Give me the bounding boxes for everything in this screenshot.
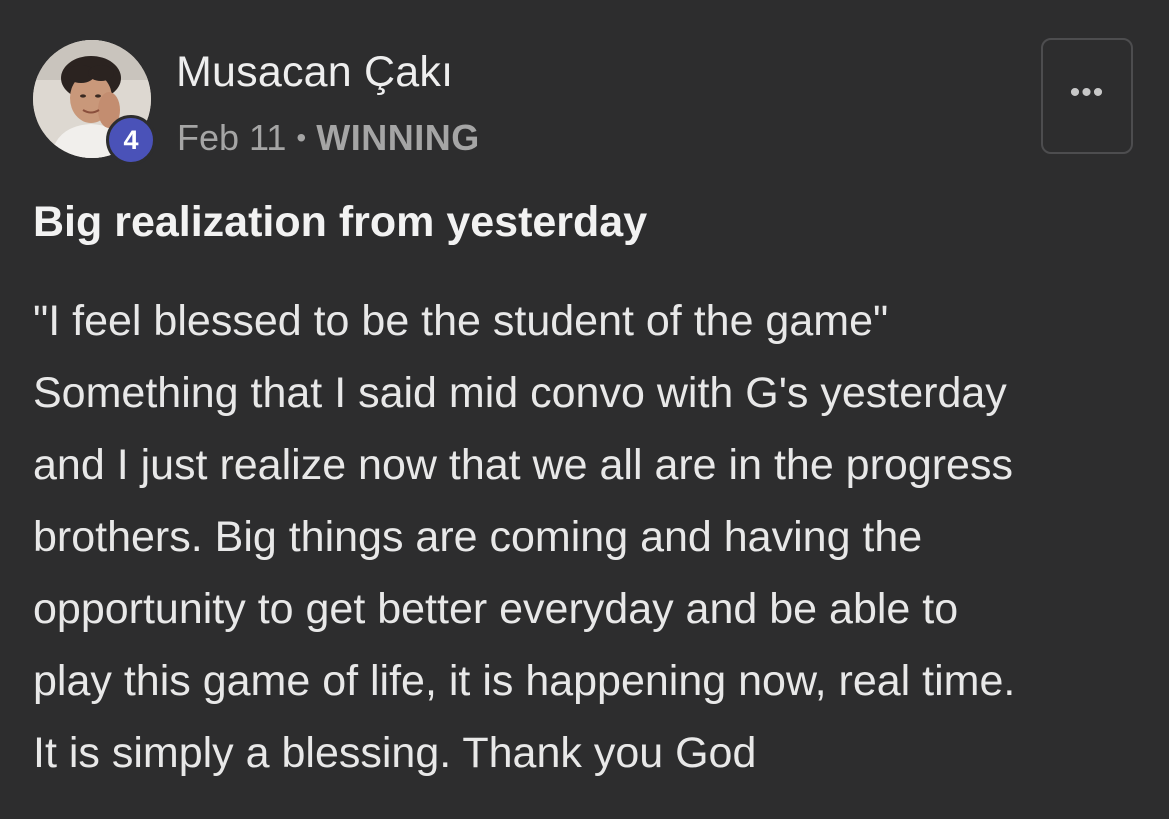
post-body-line: play this game of life, it is happening … xyxy=(33,657,1016,705)
avatar-container[interactable]: 4 xyxy=(33,40,156,165)
more-options-button[interactable]: ••• xyxy=(1041,38,1133,154)
level-badge: 4 xyxy=(106,115,156,165)
meta-separator: • xyxy=(296,122,307,153)
post-body-line: It is simply a blessing. Thank you God xyxy=(33,729,757,777)
post-category[interactable]: WINNING xyxy=(316,117,479,158)
post-date: Feb 11 xyxy=(177,117,287,158)
post-title: Big realization from yesterday xyxy=(33,198,648,246)
post-body-line: opportunity to get better everyday and b… xyxy=(33,585,959,633)
post-body-line: Something that I said mid convo with G's… xyxy=(33,369,1007,417)
post-meta: Feb 11 • WINNING xyxy=(177,117,480,159)
post-body-line: and I just realize now that we all are i… xyxy=(33,441,1013,489)
author-name[interactable]: Musacan Çakı xyxy=(176,48,453,97)
post-card: 4 Musacan Çakı Feb 11 • WINNING ••• Big re… xyxy=(0,0,1169,819)
post-body-line: "I feel blessed to be the student of the… xyxy=(33,297,889,345)
more-horizontal-icon: ••• xyxy=(1069,76,1105,109)
post-body: "I feel blessed to be the student of the… xyxy=(33,285,1143,789)
post-body-line: brothers. Big things are coming and havi… xyxy=(33,513,923,561)
